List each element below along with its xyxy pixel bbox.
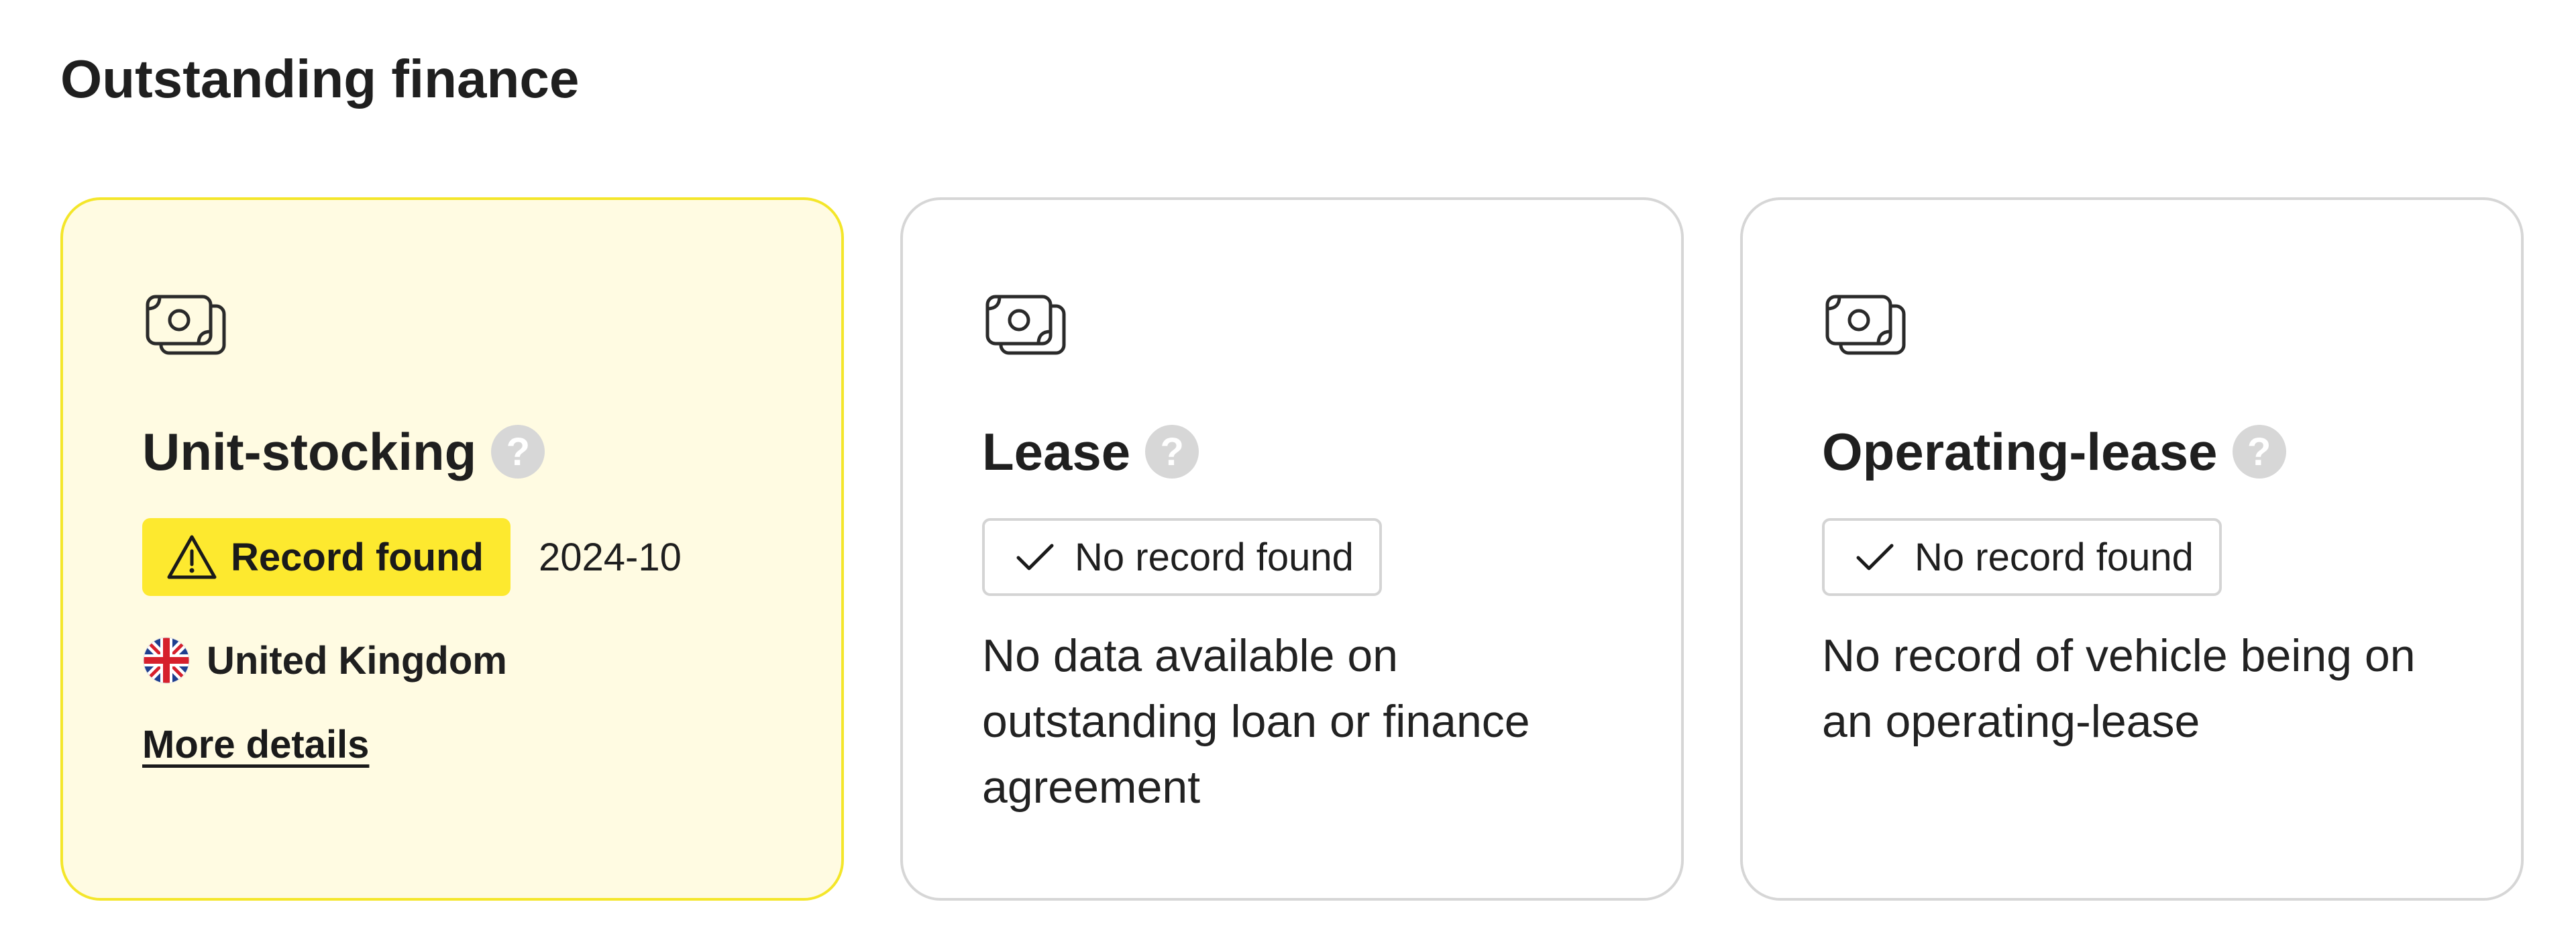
card-heading: Operating-lease ? — [1822, 415, 2442, 489]
check-icon — [1856, 544, 1894, 570]
card-title: Lease — [982, 422, 1131, 481]
status-badge-record-found: Record found — [142, 518, 511, 596]
more-details-link[interactable]: More details — [142, 722, 369, 767]
status-row: No record found — [982, 518, 1602, 596]
money-icon — [1825, 295, 1906, 355]
card-description: No record of vehicle being on an operati… — [1822, 630, 2416, 747]
status-label: Record found — [231, 535, 484, 579]
card-heading: Unit-stocking ? — [142, 415, 762, 489]
help-icon[interactable]: ? — [1145, 425, 1199, 479]
money-icon — [985, 295, 1066, 355]
status-badge-no-record: No record found — [1822, 518, 2222, 596]
status-row: Record found 2024-10 — [142, 518, 762, 596]
card-operating-lease: Operating-lease ? No record found No rec… — [1740, 197, 2524, 901]
card-description: No data available on outstanding loan or… — [982, 630, 1530, 813]
help-icon[interactable]: ? — [2232, 425, 2286, 479]
finance-cards: Unit-stocking ? Record found 2024-10 Uni… — [60, 197, 2524, 901]
card-heading: Lease ? — [982, 415, 1602, 489]
country-row: United Kingdom — [142, 636, 762, 685]
outstanding-finance-page: Outstanding finance Unit-stocking ? Reco… — [0, 0, 2576, 951]
section-title: Outstanding finance — [60, 49, 580, 109]
money-icon — [146, 295, 226, 355]
help-icon[interactable]: ? — [491, 425, 545, 479]
status-row: No record found — [1822, 518, 2442, 596]
record-date: 2024-10 — [538, 535, 682, 579]
card-lease: Lease ? No record found No data availabl… — [900, 197, 1684, 901]
card-unit-stocking: Unit-stocking ? Record found 2024-10 Uni… — [60, 197, 844, 901]
status-badge-no-record: No record found — [982, 518, 1382, 596]
warning-icon — [167, 535, 217, 579]
check-icon — [1016, 544, 1054, 570]
country-name: United Kingdom — [207, 638, 507, 683]
status-label: No record found — [1915, 535, 2194, 579]
uk-flag-icon — [143, 637, 190, 684]
card-title: Unit-stocking — [142, 422, 477, 481]
card-title: Operating-lease — [1822, 422, 2218, 481]
status-label: No record found — [1075, 535, 1354, 579]
